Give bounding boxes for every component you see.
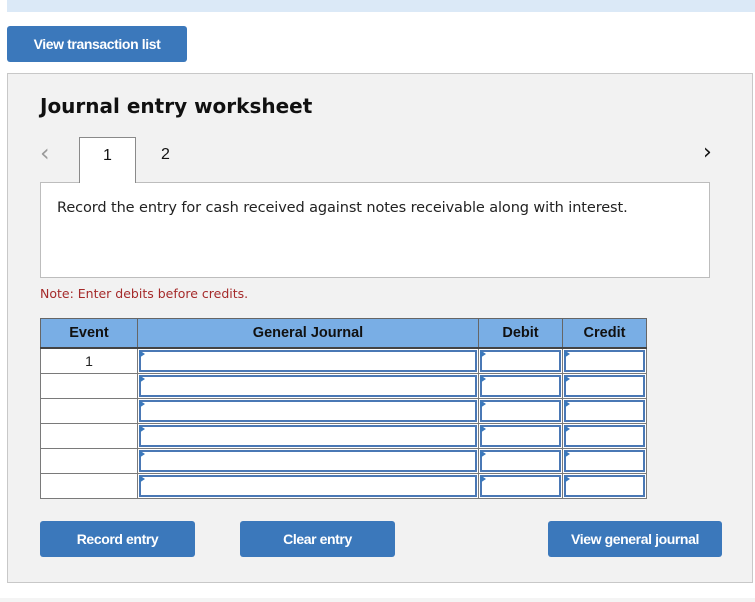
account-cell <box>137 473 479 499</box>
credit-cell <box>562 473 647 499</box>
account-input[interactable] <box>139 475 477 497</box>
table-row <box>40 423 647 449</box>
debit-input[interactable] <box>480 475 561 497</box>
debit-input[interactable] <box>480 375 561 397</box>
account-cell <box>137 347 479 374</box>
credit-input[interactable] <box>564 425 645 447</box>
debit-input[interactable] <box>480 400 561 422</box>
account-input[interactable] <box>139 425 477 447</box>
debit-cell <box>478 473 563 499</box>
debit-input[interactable] <box>480 425 561 447</box>
debit-cell <box>478 448 563 474</box>
credit-input[interactable] <box>564 450 645 472</box>
table-row: 1 <box>40 347 647 374</box>
header-debit: Debit <box>478 318 563 349</box>
account-input[interactable] <box>139 400 477 422</box>
event-cell <box>40 398 138 424</box>
account-input[interactable] <box>139 450 477 472</box>
tab-2[interactable]: 2 <box>137 137 194 183</box>
worksheet-title: Journal entry worksheet <box>40 94 313 118</box>
table-row <box>40 448 647 474</box>
credit-cell <box>562 398 647 424</box>
header-credit: Credit <box>562 318 647 349</box>
debit-cell <box>478 373 563 399</box>
debit-cell <box>478 423 563 449</box>
debit-input[interactable] <box>480 450 561 472</box>
credit-cell <box>562 373 647 399</box>
credit-input[interactable] <box>564 400 645 422</box>
account-cell <box>137 423 479 449</box>
journal-table: Event General Journal Debit Credit 1 <box>40 318 647 499</box>
debit-input[interactable] <box>480 350 561 372</box>
debit-cell <box>478 347 563 374</box>
table-row <box>40 398 647 424</box>
chevron-right-icon[interactable]: › <box>703 141 721 165</box>
account-cell <box>137 398 479 424</box>
account-input[interactable] <box>139 375 477 397</box>
table-row <box>40 473 647 499</box>
header-general-journal: General Journal <box>137 318 479 349</box>
record-entry-button[interactable]: Record entry <box>40 521 195 557</box>
header-event: Event <box>40 318 138 349</box>
view-transaction-list-button[interactable]: View transaction list <box>7 26 187 62</box>
chevron-left-icon[interactable]: ‹ <box>40 141 58 165</box>
debit-cell <box>478 398 563 424</box>
credit-input[interactable] <box>564 350 645 372</box>
clear-entry-button[interactable]: Clear entry <box>240 521 395 557</box>
event-cell <box>40 373 138 399</box>
account-cell <box>137 373 479 399</box>
entry-description: Record the entry for cash received again… <box>57 200 628 216</box>
table-header-row: Event General Journal Debit Credit <box>40 318 647 349</box>
credit-input[interactable] <box>564 375 645 397</box>
account-cell <box>137 448 479 474</box>
event-cell <box>40 423 138 449</box>
top-banner <box>7 0 755 12</box>
credit-cell <box>562 423 647 449</box>
debit-credit-note: Note: Enter debits before credits. <box>40 286 249 301</box>
account-input[interactable] <box>139 350 477 372</box>
table-row <box>40 373 647 399</box>
view-general-journal-button[interactable]: View general journal <box>548 521 722 557</box>
event-cell: 1 <box>40 347 138 374</box>
event-cell <box>40 473 138 499</box>
tab-1[interactable]: 1 <box>79 137 136 183</box>
bottom-divider <box>0 598 755 602</box>
entry-description-box: Record the entry for cash received again… <box>40 182 710 278</box>
event-cell <box>40 448 138 474</box>
credit-input[interactable] <box>564 475 645 497</box>
credit-cell <box>562 448 647 474</box>
credit-cell <box>562 347 647 374</box>
